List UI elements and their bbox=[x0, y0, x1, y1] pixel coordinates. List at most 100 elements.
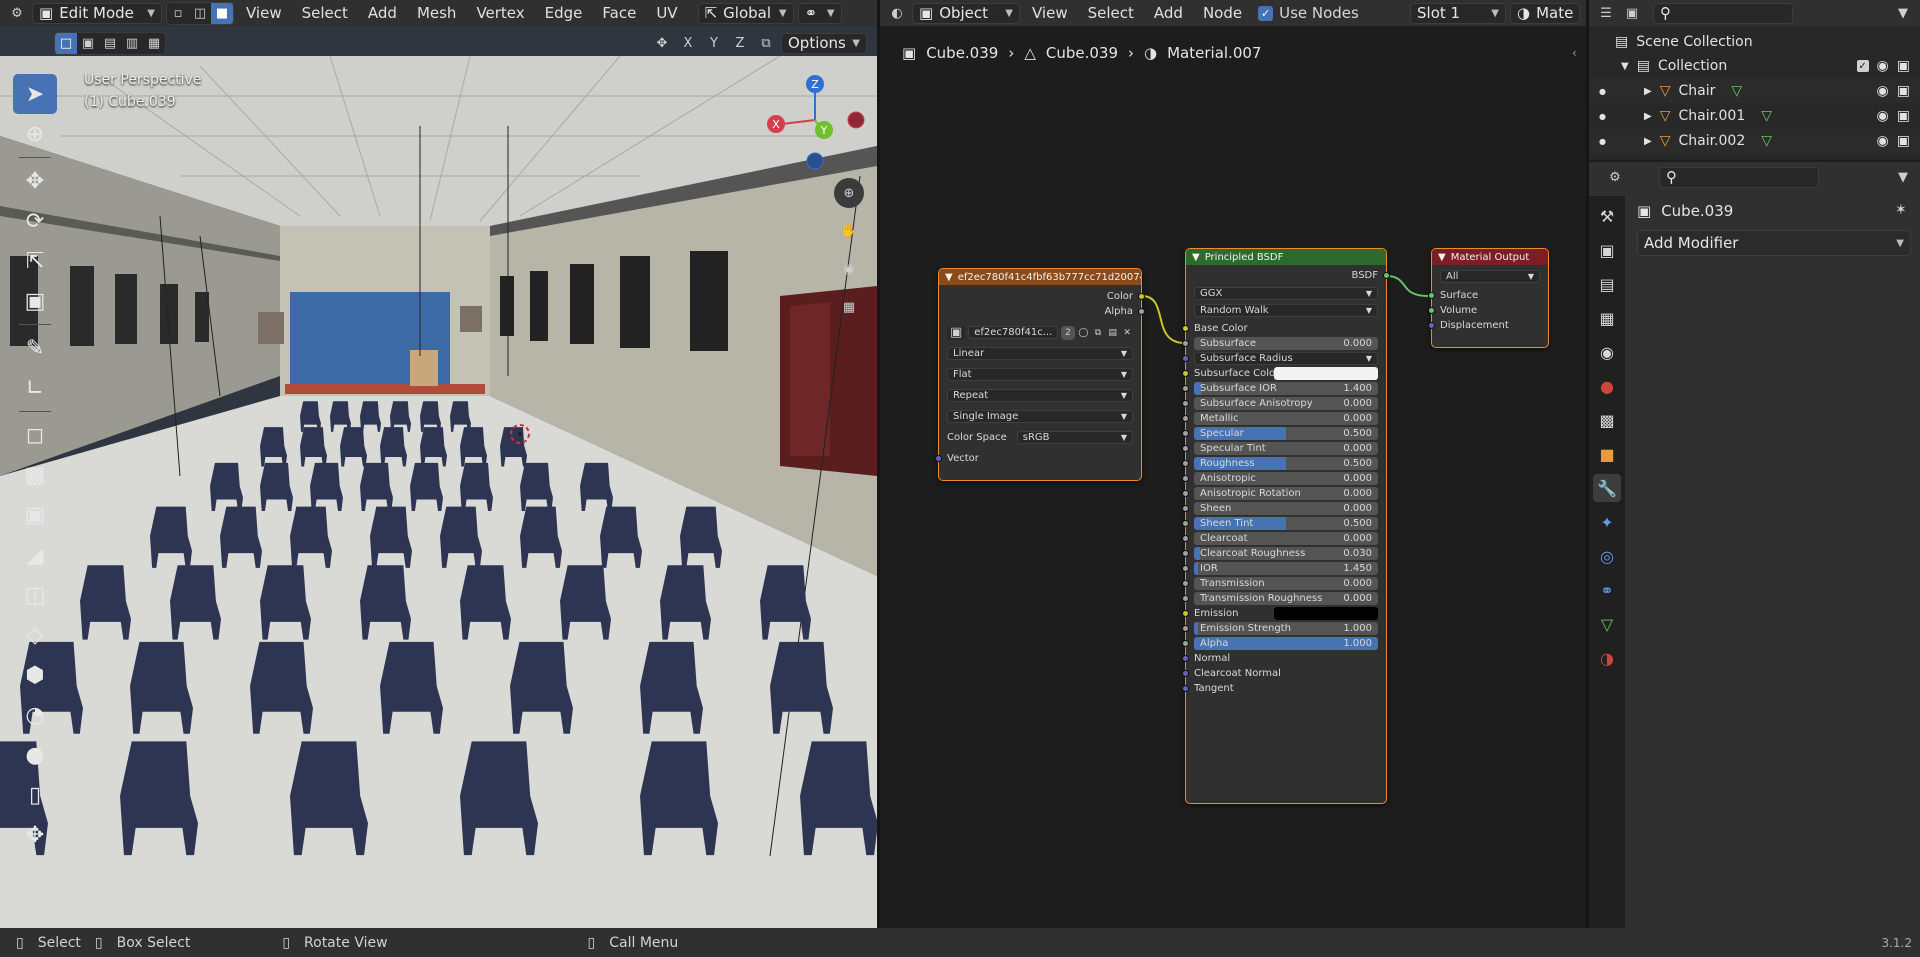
select-extend-icon[interactable]: ▣ bbox=[77, 33, 99, 54]
input-socket[interactable] bbox=[1182, 520, 1189, 527]
select-invert-icon[interactable]: ▥ bbox=[121, 33, 143, 54]
menu-vertex[interactable]: Vertex bbox=[468, 2, 532, 24]
interpolation-dropdown[interactable]: Linear ▼ bbox=[947, 347, 1133, 360]
render-camera-icon[interactable]: ▣ bbox=[1897, 133, 1910, 149]
bsdf-value-slider[interactable]: Transmission 0.000 bbox=[1194, 577, 1378, 590]
knife-tool-icon[interactable]: ◇ bbox=[13, 615, 57, 655]
material-output-header[interactable]: ▼ Material Output bbox=[1432, 249, 1548, 265]
bsdf-value-slider[interactable]: Subsurface IOR 1.400 bbox=[1194, 382, 1378, 395]
material-output-node[interactable]: ▼ Material Output All ▼ Surface Volume Di… bbox=[1428, 248, 1549, 348]
menu-mesh[interactable]: Mesh bbox=[409, 2, 465, 24]
add-cube-tool-icon[interactable]: ◻ bbox=[13, 415, 57, 455]
input-socket[interactable] bbox=[1182, 625, 1189, 632]
open-folder-icon[interactable]: ▤ bbox=[1107, 326, 1119, 340]
collection-tab-icon[interactable]: ▩ bbox=[1593, 406, 1621, 434]
vertex-select-icon[interactable]: ▫ bbox=[167, 3, 189, 24]
input-socket[interactable] bbox=[1182, 400, 1189, 407]
mesh-data-tab-icon[interactable]: ▽ bbox=[1593, 610, 1621, 638]
color-swatch[interactable] bbox=[1274, 367, 1378, 380]
expand-chevron-icon[interactable]: ▶ bbox=[1644, 111, 1652, 122]
world-tab-icon[interactable]: ● bbox=[1593, 372, 1621, 400]
fake-user-shield-icon[interactable]: ◯ bbox=[1078, 326, 1090, 340]
input-socket[interactable] bbox=[1182, 475, 1189, 482]
color-space-dropdown[interactable]: sRGB ▼ bbox=[1016, 431, 1133, 444]
bsdf-value-slider[interactable]: Roughness 0.500 bbox=[1194, 457, 1378, 470]
input-socket[interactable] bbox=[1182, 460, 1189, 467]
editor-type-icon[interactable]: ⚙ bbox=[6, 3, 28, 24]
editor-type-icon[interactable]: ⚙ bbox=[1595, 167, 1635, 188]
extrude-tool-icon[interactable]: ▩ bbox=[13, 455, 57, 495]
scene-tab-icon[interactable]: ◉ bbox=[1593, 338, 1621, 366]
physics-tab-icon[interactable]: ◎ bbox=[1593, 542, 1621, 570]
distribution-dropdown[interactable]: GGX ▼ bbox=[1194, 287, 1378, 300]
grid-perspective-icon[interactable]: ▦ bbox=[834, 292, 864, 322]
bsdf-value-slider[interactable]: Metallic 0.000 bbox=[1194, 412, 1378, 425]
base-color-socket[interactable] bbox=[1182, 325, 1189, 332]
bsdf-value-slider[interactable]: Specular Tint 0.000 bbox=[1194, 442, 1378, 455]
subsurface-method-dropdown[interactable]: Random Walk ▼ bbox=[1194, 304, 1378, 317]
volume-input-socket[interactable] bbox=[1428, 307, 1435, 314]
navigation-gizmo[interactable]: Z X Y bbox=[760, 70, 870, 180]
input-socket[interactable] bbox=[1182, 340, 1189, 347]
filter-icon[interactable]: ▼ bbox=[1892, 3, 1914, 24]
measure-tool-icon[interactable]: ∟ bbox=[13, 368, 57, 408]
gizmo-neg-x[interactable] bbox=[847, 111, 865, 129]
pin-icon[interactable]: ✶ bbox=[1895, 202, 1907, 218]
input-socket[interactable] bbox=[1182, 385, 1189, 392]
image-texture-node[interactable]: ▼ ef2ec780f41c4fbf63b777cc71d20074.jpg C… bbox=[935, 268, 1145, 481]
eye-icon[interactable]: ◉ bbox=[1877, 108, 1889, 124]
collapse-icon[interactable]: ▼ bbox=[945, 272, 953, 283]
shrink-fatten-tool-icon[interactable]: ✥ bbox=[13, 815, 57, 855]
extension-dropdown[interactable]: Repeat ▼ bbox=[947, 389, 1133, 402]
bsdf-value-slider[interactable]: Clearcoat Roughness 0.030 bbox=[1194, 547, 1378, 560]
eye-icon[interactable]: ◉ bbox=[1877, 58, 1889, 74]
outliner-search[interactable]: ⚲ bbox=[1653, 2, 1793, 24]
bevel-tool-icon[interactable]: ◢ bbox=[13, 535, 57, 575]
editor-type-icon[interactable]: ☰ bbox=[1595, 3, 1617, 24]
scene-collection-row[interactable]: ▤ Scene Collection bbox=[1589, 30, 1920, 54]
image-browse-icon[interactable]: ▣ bbox=[947, 325, 966, 340]
properties-editor[interactable]: ⚙ ⚲ ▼ ⚒ ▣ ▤ ▦ ◉ ● ▩ ■ 🔧 ✦ ◎ ⚭ ▽ ◑ ▣ Cube… bbox=[1589, 162, 1920, 928]
collection-row[interactable]: ▼ ▤ Collection ✓ ◉ ▣ bbox=[1589, 54, 1920, 78]
menu-add[interactable]: Add bbox=[360, 2, 405, 24]
eye-icon[interactable]: ◉ bbox=[1877, 83, 1889, 99]
image-users-count[interactable]: 2 bbox=[1061, 325, 1075, 340]
bsdf-value-slider[interactable]: Subsurface 0.000 bbox=[1194, 337, 1378, 350]
modifier-wrench-tab-icon[interactable]: 🔧 bbox=[1593, 474, 1621, 502]
viewport-scene[interactable] bbox=[0, 56, 877, 928]
loop-cut-tool-icon[interactable]: ◫ bbox=[13, 575, 57, 615]
input-socket[interactable] bbox=[1182, 535, 1189, 542]
image-texture-header[interactable]: ▼ ef2ec780f41c4fbf63b777cc71d20074.jpg bbox=[939, 269, 1141, 285]
annotate-tool-icon[interactable]: ✎ bbox=[13, 328, 57, 368]
mirror-icon[interactable]: ✥ bbox=[651, 33, 673, 54]
smooth-tool-icon[interactable]: ● bbox=[13, 735, 57, 775]
vector-input-socket[interactable] bbox=[935, 455, 942, 462]
input-socket[interactable] bbox=[1182, 580, 1189, 587]
view-layer-tab-icon[interactable]: ▦ bbox=[1593, 304, 1621, 332]
color-output-socket[interactable] bbox=[1138, 293, 1145, 300]
pan-hand-icon[interactable]: ✋ bbox=[834, 216, 864, 246]
scale-tool-icon[interactable]: ⇱ bbox=[13, 241, 57, 281]
outliner[interactable]: ☰ ▣ ⚲ ▼ ▤ Scene Collection ▼ ▤ Collectio… bbox=[1589, 0, 1920, 160]
bsdf-value-slider[interactable]: Anisotropic Rotation 0.000 bbox=[1194, 487, 1378, 500]
move-tool-icon[interactable]: ✥ bbox=[13, 161, 57, 201]
eye-icon[interactable]: ◉ bbox=[1877, 133, 1889, 149]
add-modifier-dropdown[interactable]: Add Modifier ▼ bbox=[1637, 230, 1911, 256]
input-socket[interactable] bbox=[1182, 595, 1189, 602]
image-name-field[interactable]: ef2ec780f41c... bbox=[968, 326, 1059, 339]
properties-search[interactable]: ⚲ bbox=[1659, 166, 1819, 188]
input-socket[interactable] bbox=[1182, 550, 1189, 557]
rotate-tool-icon[interactable]: ⟳ bbox=[13, 201, 57, 241]
select-new-icon[interactable]: □ bbox=[55, 32, 77, 54]
mode-dropdown[interactable]: ▣ Edit Mode ▼ bbox=[32, 2, 162, 24]
input-socket[interactable] bbox=[1182, 655, 1189, 662]
menu-select[interactable]: Select bbox=[294, 2, 356, 24]
input-socket[interactable] bbox=[1182, 685, 1189, 692]
input-socket[interactable] bbox=[1182, 415, 1189, 422]
principled-bsdf-node[interactable]: ▼ Principled BSDF BSDF GGX ▼ Random Walk ▼… bbox=[1182, 248, 1390, 804]
bsdf-value-slider[interactable]: Sheen 0.000 bbox=[1194, 502, 1378, 515]
options-dropdown[interactable]: Options ▼ bbox=[781, 32, 867, 54]
bsdf-value-slider[interactable]: Clearcoat 0.000 bbox=[1194, 532, 1378, 545]
bsdf-value-slider[interactable]: Transmission Roughness 0.000 bbox=[1194, 592, 1378, 605]
render-camera-icon[interactable]: ▣ bbox=[1897, 108, 1910, 124]
